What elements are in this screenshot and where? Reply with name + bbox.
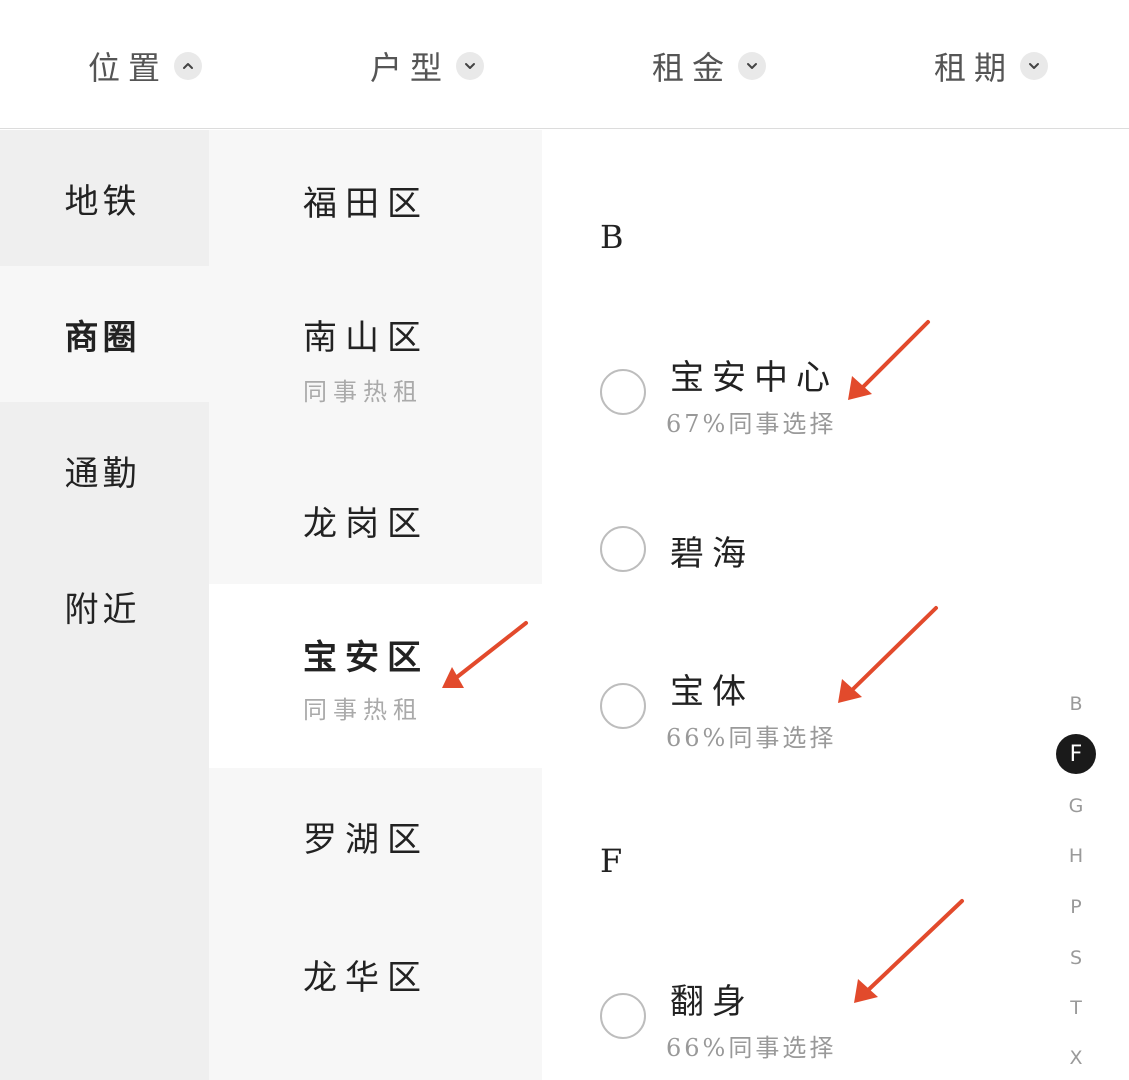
- alpha-index-letter[interactable]: B: [1056, 684, 1096, 724]
- filter-label: 户型: [370, 49, 451, 87]
- district-name: 龙岗区: [303, 504, 429, 544]
- district-name: 龙华区: [303, 958, 429, 998]
- option-name: 宝安中心: [670, 358, 838, 398]
- option-percent: 66%同事选择: [666, 1034, 837, 1062]
- radio-button[interactable]: [600, 683, 646, 729]
- option-percent: 66%同事选择: [666, 724, 837, 752]
- business-area-list: B 宝安中心 67%同事选择 碧海 宝体 66%同事选择 F 翻身 66%同事选…: [542, 130, 1129, 1080]
- district-item[interactable]: 福田区: [209, 130, 542, 266]
- alpha-index-letter[interactable]: G: [1056, 786, 1096, 826]
- alpha-index-letter-active[interactable]: F: [1056, 734, 1096, 774]
- alpha-index-letter[interactable]: X: [1056, 1038, 1096, 1078]
- location-type-list: 地铁 商圈 通勤 附近: [0, 130, 209, 1080]
- business-area-option[interactable]: 翻身 66%同事选择: [600, 968, 1040, 1068]
- location-type-label: 附近: [64, 589, 141, 630]
- filter-bar: 位置 户型 租金 租期: [0, 0, 1129, 129]
- chevron-down-icon: [1020, 52, 1049, 80]
- filter-label: 租金: [652, 49, 733, 87]
- option-name: 宝体: [670, 672, 754, 712]
- district-item[interactable]: 南山区 同事热租: [209, 266, 542, 448]
- district-hot-tag: 同事热租: [303, 378, 423, 406]
- district-item[interactable]: 龙岗区: [209, 448, 542, 584]
- radio-button[interactable]: [600, 993, 646, 1039]
- alpha-index-letter[interactable]: S: [1056, 938, 1096, 978]
- radio-button[interactable]: [600, 526, 646, 572]
- location-type-label: 商圈: [64, 317, 141, 358]
- district-item[interactable]: 罗湖区: [209, 768, 542, 904]
- location-type-label: 地铁: [64, 181, 141, 222]
- business-area-option[interactable]: 宝安中心 67%同事选择: [600, 344, 1040, 444]
- district-item[interactable]: 龙华区: [209, 904, 542, 1040]
- district-name: 罗湖区: [303, 820, 429, 860]
- alpha-index-letter[interactable]: H: [1056, 836, 1096, 876]
- district-list: 福田区 南山区 同事热租 龙岗区 宝安区 同事热租 罗湖区 龙华区: [209, 130, 542, 1080]
- district-name: 宝安区: [303, 638, 429, 678]
- location-type-commute[interactable]: 通勤: [0, 402, 209, 538]
- option-name: 翻身: [670, 982, 754, 1022]
- filter-tab-location[interactable]: 位置: [88, 44, 203, 88]
- filter-tab-rent[interactable]: 租金: [652, 44, 767, 88]
- option-percent: 67%同事选择: [666, 410, 837, 438]
- section-letter: F: [600, 842, 623, 880]
- district-name: 南山区: [303, 318, 429, 358]
- district-name: 福田区: [303, 184, 429, 224]
- district-hot-tag: 同事热租: [303, 696, 423, 724]
- filter-tab-lease-term[interactable]: 租期: [934, 44, 1049, 88]
- location-type-label: 通勤: [64, 453, 141, 494]
- filter-label: 租期: [934, 49, 1015, 87]
- location-type-nearby[interactable]: 附近: [0, 538, 209, 674]
- location-type-subway[interactable]: 地铁: [0, 130, 209, 266]
- business-area-option[interactable]: 碧海: [600, 512, 1040, 612]
- filter-tab-layout[interactable]: 户型: [370, 44, 485, 88]
- section-letter: B: [600, 218, 624, 256]
- option-name: 碧海: [670, 534, 754, 574]
- business-area-option[interactable]: 宝体 66%同事选择: [600, 658, 1040, 758]
- filter-label: 位置: [88, 49, 169, 87]
- alpha-index-letter[interactable]: P: [1056, 887, 1096, 927]
- location-type-business-district[interactable]: 商圈: [0, 266, 209, 402]
- chevron-down-icon: [456, 52, 485, 80]
- chevron-down-icon: [738, 52, 767, 80]
- district-item-selected[interactable]: 宝安区 同事热租: [209, 584, 542, 768]
- chevron-up-icon: [174, 52, 203, 80]
- alpha-index-letter[interactable]: T: [1056, 988, 1096, 1028]
- radio-button[interactable]: [600, 369, 646, 415]
